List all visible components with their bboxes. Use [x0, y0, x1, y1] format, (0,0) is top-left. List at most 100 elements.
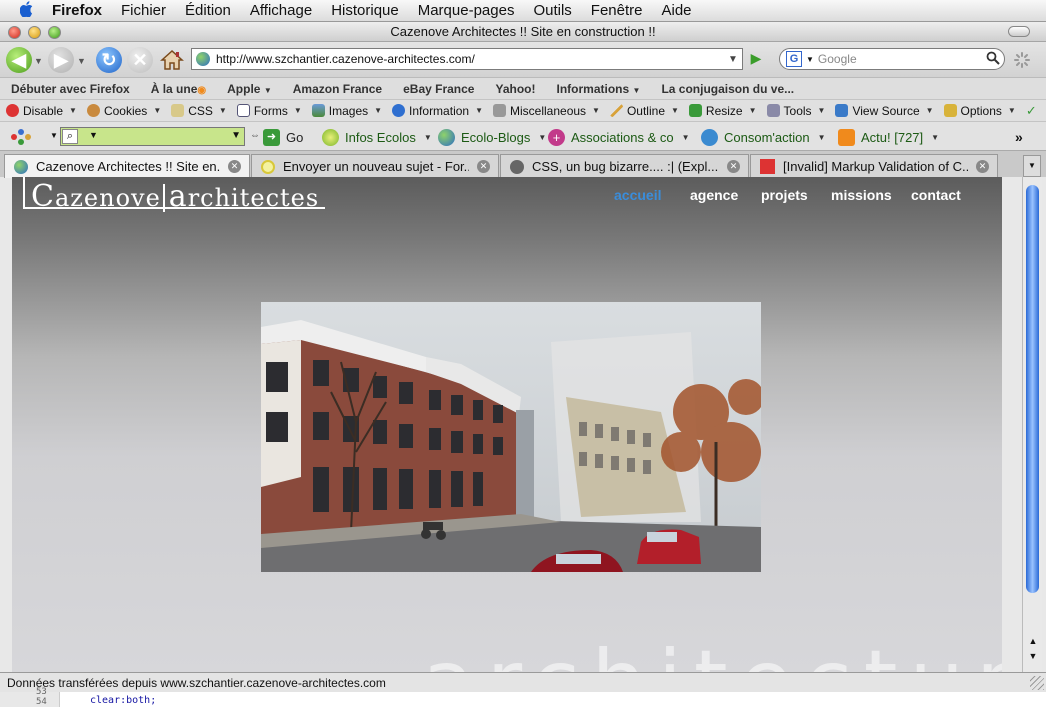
wd-cookies-menu[interactable]: Cookies ▼ [86, 103, 162, 118]
search-engine-dropdown[interactable]: ▼ [89, 130, 98, 140]
bookmark-apple-folder[interactable]: Apple ▼ [227, 82, 272, 96]
chevron-down-icon: ▼ [263, 85, 272, 95]
actu-feed-label: Actu! [727] [861, 130, 924, 145]
resize-grip-icon[interactable] [1030, 676, 1044, 690]
url-text[interactable]: http://www.szchantier.cazenove-architect… [216, 52, 724, 66]
wd-resize-menu[interactable]: Resize ▼ [688, 104, 757, 118]
ecolo-go-button[interactable]: ➜ Go [263, 129, 303, 146]
ecolo-toolbar: ▼ ⌕ ▼ ▼ ⇔ ➜ Go Infos Ecolos ▼ Ecolo-Blogs ▼… [0, 121, 1046, 150]
wd-tools-menu[interactable]: Tools ▼ [766, 104, 825, 118]
chevron-down-icon: ▼ [153, 106, 162, 115]
ecolo-search-input[interactable]: ⌕ ▼ ▼ [60, 127, 245, 146]
back-arrow-icon: ◀ [12, 49, 26, 70]
search-icon: ⌕ [62, 129, 78, 144]
view-source-icon [835, 104, 849, 117]
nav-contact[interactable]: contact [911, 187, 961, 203]
nav-accueil[interactable]: accueil [614, 187, 661, 203]
back-button[interactable]: ◀ [6, 47, 32, 73]
ecolo-blogs-menu[interactable]: Ecolo-Blogs ▼ [438, 129, 546, 146]
building-photo [261, 302, 761, 572]
wd-cookies-label: Cookies [103, 103, 148, 118]
search-placeholder[interactable]: Google [818, 52, 986, 66]
scroll-up-arrow-icon[interactable]: ▲ [1025, 634, 1041, 648]
wd-information-label: Information [409, 103, 470, 118]
invalid-favicon-icon [760, 159, 775, 174]
wd-forms-menu[interactable]: Forms ▼ [236, 104, 302, 118]
bookmark-amazon-france[interactable]: Amazon France [293, 82, 382, 96]
close-tab-icon[interactable]: ✕ [477, 160, 490, 173]
wd-images-menu[interactable]: Images ▼ [311, 104, 382, 118]
chevron-down-icon: ▼ [817, 133, 826, 142]
tab-strip: Cazenove Architectes !! Site en... ✕ Env… [0, 150, 1046, 178]
site-logo[interactable]: Cazenove architectes [23, 177, 326, 214]
menu-fichier[interactable]: Fichier [121, 2, 166, 19]
toolbar-toggle-button[interactable] [1008, 26, 1030, 37]
wd-options-menu[interactable]: Options ▼ [943, 104, 1016, 118]
bookmark-conjugaison[interactable]: La conjugaison du ve... [661, 82, 794, 96]
infos-ecolos-menu[interactable]: Infos Ecolos ▼ [322, 129, 432, 146]
wd-css-menu[interactable]: CSS ▼ [171, 104, 227, 118]
close-tab-icon[interactable]: ✕ [727, 160, 740, 173]
consomaction-menu[interactable]: Consom'action ▼ [701, 129, 826, 146]
menu-affichage[interactable]: Affichage [250, 2, 312, 19]
chevron-down-icon: ▼ [538, 133, 547, 142]
apple-icon[interactable] [16, 0, 38, 21]
nav-missions[interactable]: missions [831, 187, 892, 203]
scroll-down-arrow-icon[interactable]: ▼ [1025, 649, 1041, 663]
menu-outils[interactable]: Outils [533, 2, 571, 19]
bookmark-informations-folder[interactable]: Informations ▼ [557, 82, 641, 96]
url-bar[interactable]: http://www.szchantier.cazenove-architect… [191, 48, 743, 70]
bookmark-ebay-france[interactable]: eBay France [403, 82, 474, 96]
menu-aide[interactable]: Aide [662, 2, 692, 19]
nav-projets[interactable]: projets [761, 187, 808, 203]
bookmark-yahoo[interactable]: Yahoo! [495, 82, 535, 96]
plus-cross-icon: + [548, 129, 565, 146]
logo-dropdown[interactable]: ▼ [50, 131, 58, 140]
tab-css-bug[interactable]: CSS, un bug bizarre.... :| (Expl... ✕ [500, 154, 749, 178]
associations-menu[interactable]: + Associations & co ▼ [548, 129, 690, 146]
back-history-dropdown[interactable]: ▼ [34, 56, 43, 66]
molecule-logo-icon[interactable] [10, 128, 32, 146]
wd-disable-menu[interactable]: Disable ▼ [6, 104, 77, 118]
menu-firefox[interactable]: Firefox [52, 2, 102, 19]
search-history-dropdown[interactable]: ▼ [231, 130, 241, 141]
close-tab-icon[interactable]: ✕ [976, 160, 989, 173]
wd-disable-label: Disable [23, 103, 64, 118]
google-engine-icon[interactable]: G [786, 51, 802, 67]
menu-marque-pages[interactable]: Marque-pages [418, 2, 515, 19]
images-icon [311, 104, 325, 117]
menu-edition[interactable]: Édition [185, 2, 231, 19]
scrollbar-thumb[interactable] [1026, 185, 1039, 593]
bookmark-apple-label: Apple [227, 81, 261, 96]
wd-information-menu[interactable]: Information ▼ [392, 104, 483, 118]
nav-agence[interactable]: agence [690, 187, 738, 203]
tab-markup-validation[interactable]: [Invalid] Markup Validation of C... ✕ [750, 154, 998, 178]
vertical-scrollbar[interactable]: ▲ ▼ [1022, 177, 1042, 672]
search-icon[interactable] [986, 51, 1004, 68]
tab-envoyer-sujet[interactable]: Envoyer un nouveau sujet - For... ✕ [251, 154, 499, 178]
chevron-down-icon: ▼ [632, 85, 641, 95]
toolbar-overflow-button[interactable]: » [1015, 129, 1023, 145]
wd-outline-menu[interactable]: Outline ▼ [609, 104, 679, 118]
bookmark-a-la-une[interactable]: À la une◉ [151, 82, 206, 96]
forward-button[interactable]: ▶ [48, 47, 74, 73]
tab-cazenove[interactable]: Cazenove Architectes !! Site en... ✕ [4, 154, 250, 178]
wd-miscellaneous-menu[interactable]: Miscellaneous ▼ [493, 104, 600, 118]
url-history-dropdown[interactable]: ▼ [724, 54, 742, 65]
all-tabs-dropdown[interactable]: ▼ [1023, 155, 1041, 177]
forward-history-dropdown[interactable]: ▼ [77, 56, 86, 66]
css-icon [171, 104, 185, 117]
search-engine-dropdown[interactable]: ▼ [806, 55, 814, 64]
stop-button[interactable]: ✕ [127, 47, 153, 73]
actu-feed-menu[interactable]: Actu! [727] ▼ [838, 129, 939, 146]
search-bar[interactable]: G ▼ Google [779, 48, 1005, 70]
go-button[interactable]: ▶ [747, 50, 765, 68]
menu-historique[interactable]: Historique [331, 2, 399, 19]
bookmark-debuter-firefox[interactable]: Débuter avec Firefox [11, 82, 130, 96]
home-button[interactable] [160, 49, 184, 71]
close-tab-icon[interactable]: ✕ [228, 160, 241, 173]
resize-handle-icon[interactable]: ⇔ [250, 130, 260, 141]
reload-button[interactable]: ↻ [96, 47, 122, 73]
wd-view-source-menu[interactable]: View Source ▼ [835, 104, 934, 118]
menu-fenetre[interactable]: Fenêtre [591, 2, 643, 19]
